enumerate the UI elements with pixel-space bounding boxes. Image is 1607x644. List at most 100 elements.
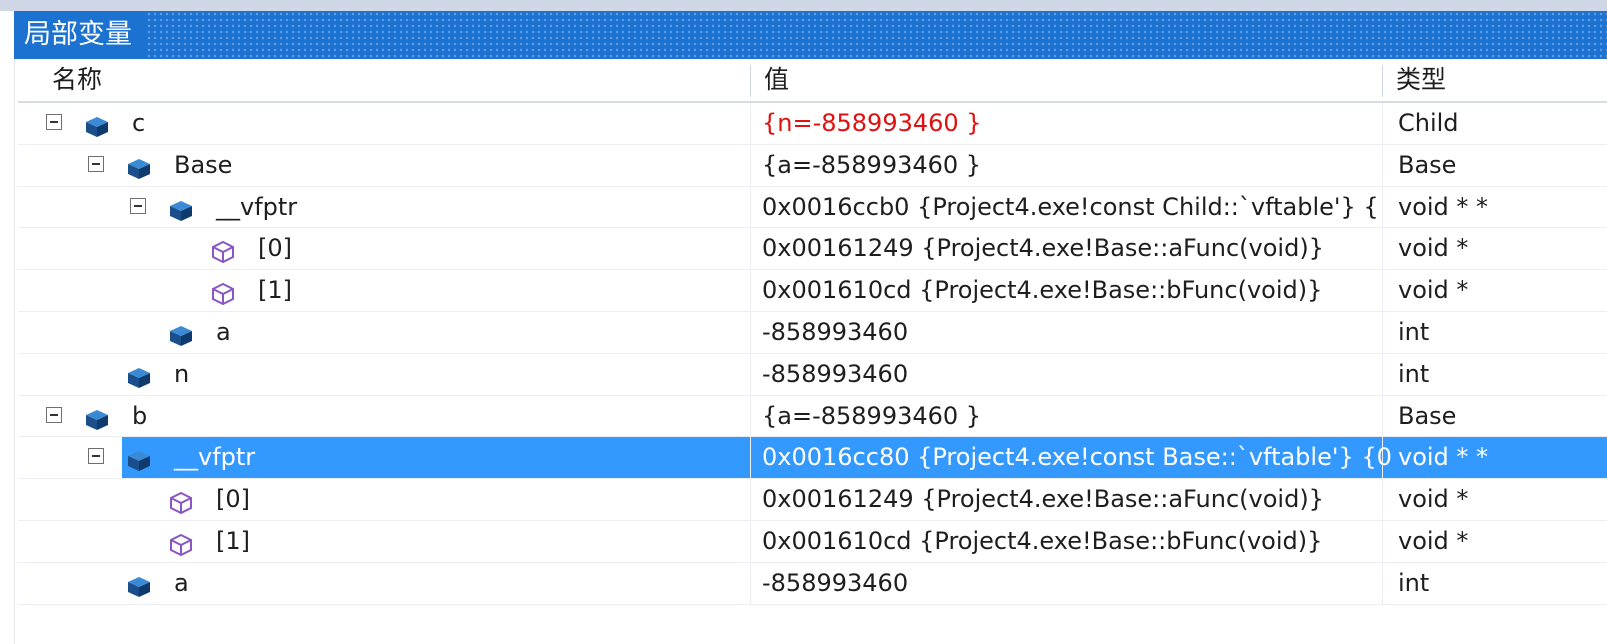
column-divider: [750, 520, 751, 562]
value-cell[interactable]: 0x001610cd {Project4.exe!Base::bFunc(voi…: [762, 270, 1394, 311]
column-header-name[interactable]: 名称: [52, 59, 102, 101]
tree-row[interactable]: c {n=-858993460 } Child: [18, 103, 1607, 145]
tree-row[interactable]: __vfptr 0x0016cc80 {Project4.exe!const Ba…: [18, 437, 1607, 480]
column-splitter[interactable]: [1382, 65, 1383, 97]
column-divider: [750, 437, 751, 479]
field-icon: [84, 404, 110, 430]
column-header-value[interactable]: 值: [764, 59, 789, 101]
type-cell: void * *: [1398, 443, 1489, 472]
name-cell[interactable]: [0]: [18, 228, 750, 269]
variable-name: __vfptr: [216, 192, 298, 221]
type-cell: int: [1398, 568, 1430, 597]
collapse-toggle[interactable]: [46, 114, 62, 130]
name-cell[interactable]: [1]: [18, 521, 750, 562]
field-icon: [168, 195, 194, 221]
type-cell: void * *: [1398, 192, 1489, 221]
tree-row[interactable]: a -858993460 int: [18, 562, 1607, 605]
tree-row[interactable]: b {a=-858993460 } Base: [18, 395, 1607, 438]
variable-name: c: [132, 109, 146, 137]
collapse-toggle[interactable]: [88, 448, 104, 465]
tree-row[interactable]: n -858993460 int: [18, 353, 1607, 396]
name-cell[interactable]: __vfptr: [18, 187, 750, 228]
column-divider: [1382, 270, 1383, 312]
name-cell[interactable]: __vfptr: [18, 437, 750, 478]
column-divider: [750, 395, 751, 437]
column-divider: [1382, 395, 1383, 437]
column-divider: [750, 228, 751, 270]
column-divider: [1382, 353, 1383, 395]
column-splitter[interactable]: [750, 65, 751, 97]
column-divider: [1382, 103, 1383, 144]
name-cell[interactable]: Base: [18, 145, 750, 186]
value-cell[interactable]: {a=-858993460 }: [762, 396, 1394, 437]
tree-row[interactable]: a -858993460 int: [18, 311, 1607, 354]
name-cell[interactable]: a: [18, 563, 750, 604]
value-cell[interactable]: 0x001610cd {Project4.exe!Base::bFunc(voi…: [762, 521, 1394, 562]
variable-name: Base: [174, 150, 233, 179]
value-cell[interactable]: -858993460: [762, 563, 1394, 604]
column-header: 名称 值 类型: [18, 59, 1607, 103]
column-header-type[interactable]: 类型: [1396, 59, 1446, 101]
value-cell[interactable]: {a=-858993460 }: [762, 145, 1394, 186]
name-cell[interactable]: n: [18, 354, 750, 395]
top-border: [0, 0, 1607, 11]
name-cell[interactable]: [1]: [18, 270, 750, 311]
collapse-toggle[interactable]: [46, 406, 62, 423]
variable-name: __vfptr: [174, 443, 256, 472]
name-cell[interactable]: b: [18, 396, 750, 437]
field-icon: [84, 111, 110, 137]
column-divider: [1382, 144, 1383, 186]
column-divider: [1382, 311, 1383, 353]
tree-row[interactable]: [0] 0x00161249 {Project4.exe!Base::aFunc(…: [18, 228, 1607, 271]
type-cell: void *: [1398, 485, 1469, 514]
type-cell: Base: [1398, 150, 1457, 179]
tree-row[interactable]: [0] 0x00161249 {Project4.exe!Base::aFunc(…: [18, 479, 1607, 521]
column-divider: [750, 144, 751, 186]
column-divider: [1382, 479, 1383, 521]
tree-row[interactable]: [1] 0x001610cd {Project4.exe!Base::bFunc(…: [18, 520, 1607, 563]
name-cell[interactable]: c: [18, 103, 750, 144]
column-divider: [1382, 437, 1383, 479]
panel-title: 局部变量: [14, 11, 146, 59]
column-divider: [1382, 562, 1383, 604]
panel-titlebar[interactable]: 局部变量: [14, 11, 1607, 59]
collapse-toggle[interactable]: [88, 155, 104, 172]
variable-name: b: [132, 401, 148, 430]
type-cell: void *: [1398, 234, 1469, 263]
variable-name: [1]: [216, 526, 250, 555]
variable-name: a: [174, 568, 189, 597]
value-cell[interactable]: {n=-858993460 }: [762, 103, 1394, 144]
name-cell[interactable]: a: [18, 312, 750, 353]
tree-row[interactable]: __vfptr 0x0016ccb0 {Project4.exe!const Ch…: [18, 186, 1607, 229]
type-cell: void *: [1398, 526, 1469, 555]
type-cell: void *: [1398, 276, 1469, 305]
value-cell[interactable]: -858993460: [762, 354, 1394, 395]
column-divider: [750, 479, 751, 521]
tree-row[interactable]: [1] 0x001610cd {Project4.exe!Base::bFunc(…: [18, 270, 1607, 312]
column-divider: [750, 103, 751, 144]
element-icon: [210, 278, 236, 306]
type-cell: Base: [1398, 401, 1457, 430]
column-divider: [750, 270, 751, 312]
field-icon: [168, 320, 194, 346]
value-cell[interactable]: 0x0016cc80 {Project4.exe!const Base::`vf…: [762, 437, 1394, 478]
value-cell[interactable]: 0x00161249 {Project4.exe!Base::aFunc(voi…: [762, 479, 1394, 520]
value-cell[interactable]: -858993460: [762, 312, 1394, 353]
variable-name: [0]: [258, 234, 292, 263]
value-cell[interactable]: 0x00161249 {Project4.exe!Base::aFunc(voi…: [762, 228, 1394, 269]
column-divider: [1382, 228, 1383, 270]
value-cell[interactable]: 0x0016ccb0 {Project4.exe!const Child::`v…: [762, 187, 1394, 228]
collapse-toggle[interactable]: [130, 197, 146, 214]
tree-row[interactable]: Base {a=-858993460 } Base: [18, 144, 1607, 187]
field-icon: [126, 362, 152, 388]
column-divider: [750, 311, 751, 353]
variable-name: a: [216, 317, 231, 346]
locals-tree: c {n=-858993460 } Child Base {a=-858993460 }…: [18, 103, 1607, 605]
element-icon: [168, 487, 194, 515]
type-cell: int: [1398, 317, 1430, 346]
left-edge: [0, 11, 15, 644]
column-divider: [1382, 520, 1383, 562]
name-cell[interactable]: [0]: [18, 479, 750, 520]
column-divider: [750, 186, 751, 228]
element-icon: [210, 236, 236, 264]
